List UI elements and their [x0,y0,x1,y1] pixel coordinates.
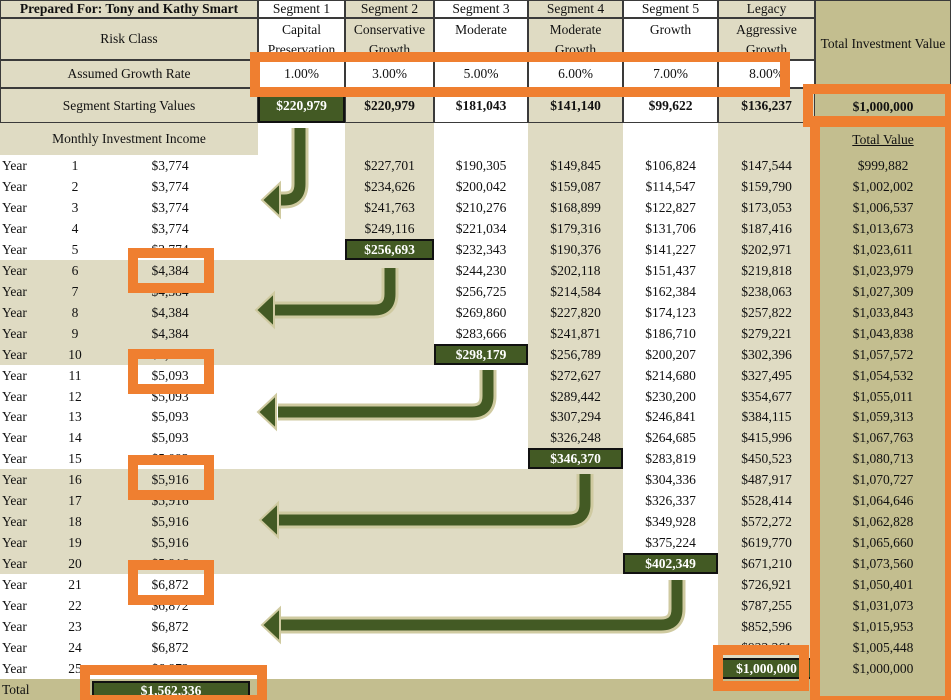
arrows-overlay [254,128,686,645]
curved-arrow-left-icon [254,268,399,330]
curved-arrow-left-icon [258,474,594,540]
curved-arrow-left-icon [260,128,309,220]
curved-arrow-left-icon [256,370,497,432]
curved-arrow-left-icon [260,580,686,645]
investment-segment-table: Total Investment Value $1,000,000 Total Va… [0,0,951,700]
